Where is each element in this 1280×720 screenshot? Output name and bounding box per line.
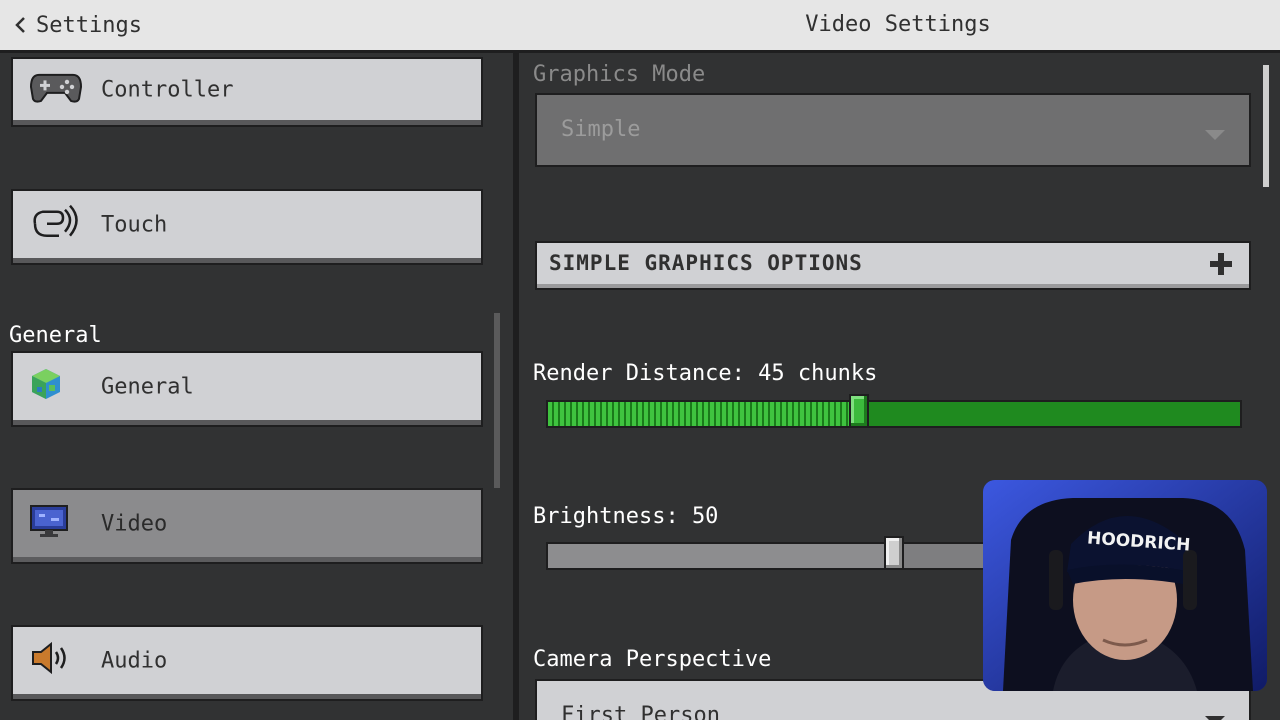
graphics-mode-dropdown[interactable]: Simple	[535, 93, 1251, 167]
touch-icon	[29, 202, 83, 248]
brightness-thumb[interactable]	[884, 536, 904, 570]
brightness-fill	[548, 544, 894, 568]
chevron-down-icon	[1205, 125, 1225, 144]
sidebar-scrollbar[interactable]	[494, 313, 500, 488]
sidebar-item-audio[interactable]: Audio	[11, 625, 483, 701]
settings-sidebar: Controller Touch General General Video A…	[0, 53, 513, 720]
sidebar-item-label: Touch	[101, 212, 168, 238]
simple-graphics-options-toggle[interactable]: SIMPLE GRAPHICS OPTIONS	[535, 241, 1251, 290]
graphics-mode-value: Simple	[561, 117, 641, 142]
chevron-left-icon	[15, 17, 25, 33]
render-distance-slider[interactable]	[546, 394, 1242, 428]
camera-perspective-value: First Person	[561, 703, 720, 720]
section-label-general: General	[9, 323, 102, 348]
chevron-down-icon	[1205, 711, 1225, 720]
graphics-mode-label: Graphics Mode	[533, 62, 706, 87]
webcam-overlay: HOODRICH	[983, 480, 1267, 691]
simple-graphics-options-title: SIMPLE GRAPHICS OPTIONS	[549, 251, 863, 275]
sidebar-item-label: General	[101, 374, 194, 400]
page-title: Video Settings	[805, 12, 991, 37]
sidebar-item-controller[interactable]: Controller	[11, 57, 483, 127]
brightness-label: Brightness: 50	[533, 504, 719, 529]
plus-icon	[1209, 252, 1233, 280]
sidebar-item-video[interactable]: Video	[11, 488, 483, 564]
speaker-icon	[29, 641, 73, 681]
sidebar-item-label: Video	[101, 511, 168, 537]
render-distance-label: Render Distance: 45 chunks	[533, 361, 878, 386]
back-label: Settings	[36, 12, 142, 38]
settings-scrollbar[interactable]	[1263, 65, 1269, 187]
sidebar-item-touch[interactable]: Touch	[11, 189, 483, 265]
top-bar: Settings Video Settings	[0, 0, 1280, 53]
render-distance-thumb[interactable]	[849, 394, 870, 428]
sidebar-item-label: Controller	[101, 77, 234, 103]
render-distance-fill	[548, 402, 860, 426]
monitor-icon	[29, 504, 69, 544]
sidebar-item-label: Audio	[101, 648, 168, 674]
globe-icon	[29, 367, 63, 407]
controller-icon	[29, 69, 83, 111]
sidebar-item-general[interactable]: General	[11, 351, 483, 427]
back-button[interactable]: Settings	[14, 8, 142, 42]
streamer-image	[983, 480, 1267, 691]
camera-perspective-label: Camera Perspective	[533, 647, 772, 672]
